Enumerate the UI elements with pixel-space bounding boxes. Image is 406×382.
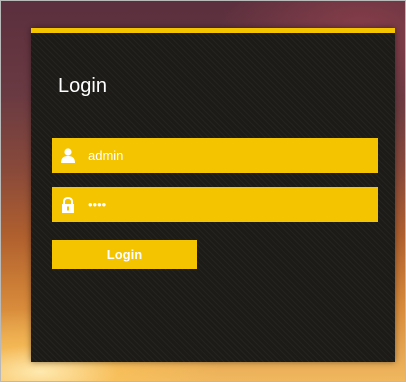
login-title: Login: [58, 75, 107, 97]
lock-icon: [59, 196, 77, 214]
login-panel: Login Login: [31, 28, 395, 362]
username-input[interactable]: [88, 145, 368, 166]
user-icon: [59, 147, 77, 165]
password-field[interactable]: [52, 187, 378, 222]
login-button[interactable]: Login: [52, 240, 197, 269]
password-input[interactable]: [88, 194, 368, 215]
username-field[interactable]: [52, 138, 378, 173]
